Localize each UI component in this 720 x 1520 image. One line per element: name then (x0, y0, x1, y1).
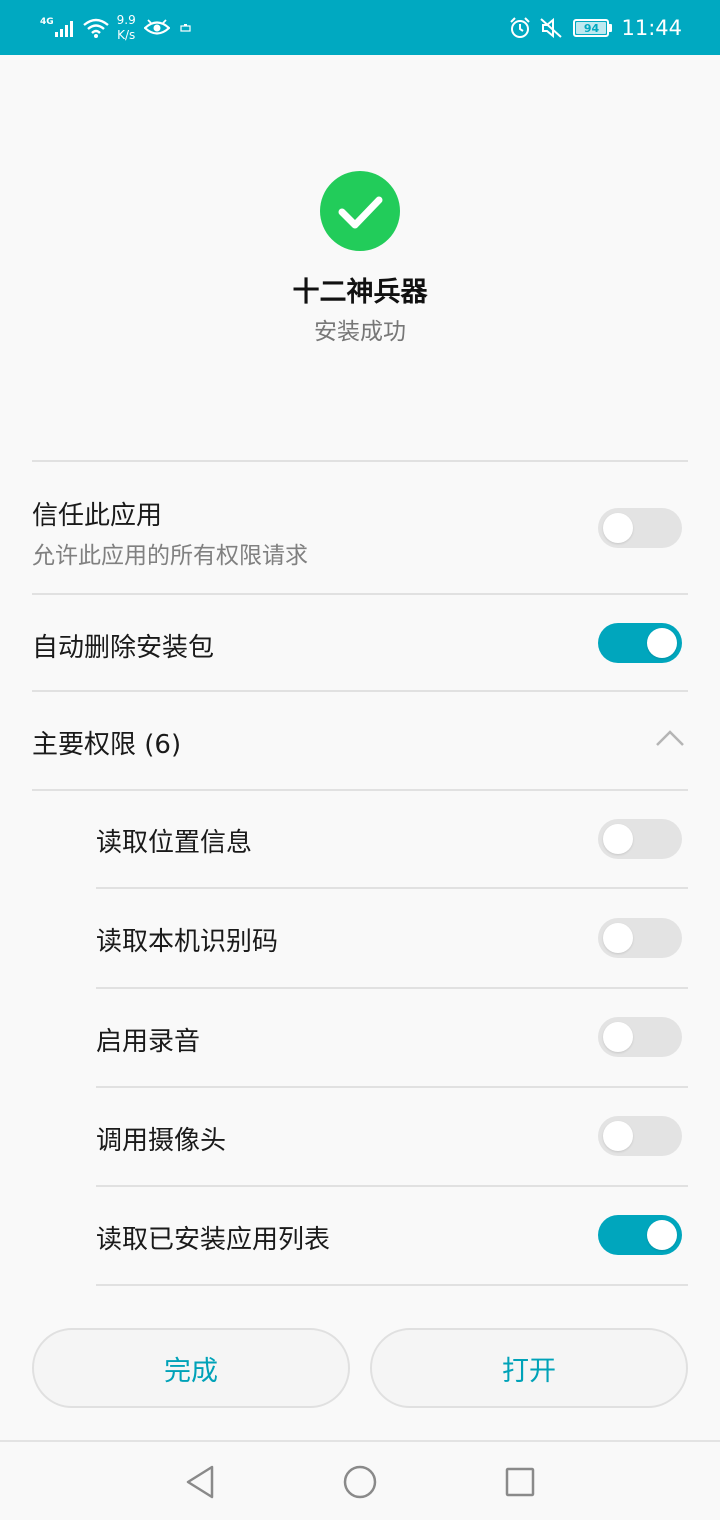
toggle-knob (603, 824, 633, 854)
divider (96, 887, 688, 889)
speed-value: 9.9 (116, 13, 136, 27)
auto-delete-toggle[interactable] (598, 623, 682, 663)
permission-toggle[interactable] (598, 819, 682, 859)
app-name: 十二神兵器 (292, 277, 428, 308)
navigation-bar (0, 1440, 720, 1520)
back-triangle-icon (186, 1465, 214, 1499)
trust-app-toggle[interactable] (598, 508, 682, 548)
wifi-icon (82, 18, 109, 38)
network-speed: 9.9 K/s (117, 13, 136, 43)
network-type: 4G (40, 17, 54, 27)
alarm-icon (510, 17, 531, 38)
permission-label: 读取本机识别码 (96, 927, 279, 957)
eye-icon (143, 19, 170, 35)
toggle-knob (603, 513, 633, 543)
divider (32, 789, 688, 791)
toggle-knob (647, 628, 677, 658)
divider (32, 460, 688, 462)
auto-delete-title: 自动删除安装包 (32, 633, 215, 663)
toggle-knob (603, 923, 633, 953)
divider (96, 1284, 688, 1286)
permission-label: 读取位置信息 (96, 828, 253, 858)
toggle-knob (603, 1022, 633, 1052)
battery-level: 94 (576, 22, 607, 35)
done-button[interactable]: 完成 (32, 1328, 350, 1408)
toggle-knob (647, 1220, 677, 1250)
battery-icon: 94 (573, 19, 613, 37)
chevron-up-icon[interactable] (654, 728, 686, 748)
trust-app-subtitle: 允许此应用的所有权限请求 (32, 543, 308, 569)
recents-button[interactable] (498, 1460, 542, 1504)
success-check-icon (320, 171, 400, 251)
status-time: 11:44 (621, 16, 682, 40)
mute-icon (540, 17, 563, 39)
home-circle-icon (343, 1465, 377, 1499)
permissions-header: 主要权限 (6) (32, 730, 182, 760)
divider (96, 1086, 688, 1088)
permission-toggle[interactable] (598, 1116, 682, 1156)
permission-toggle[interactable] (598, 918, 682, 958)
notification-icon (180, 24, 191, 32)
home-button[interactable] (338, 1460, 382, 1504)
divider (96, 1185, 688, 1187)
status-left: 4G 9.9 K/s (40, 10, 192, 46)
install-status: 安装成功 (314, 319, 406, 345)
divider (96, 987, 688, 989)
divider (32, 593, 688, 595)
permission-toggle[interactable] (598, 1215, 682, 1255)
speed-unit: K/s (117, 28, 136, 42)
status-right: 94 11:44 (509, 10, 682, 46)
toggle-knob (603, 1121, 633, 1151)
recents-square-icon (505, 1467, 535, 1497)
trust-app-title: 信任此应用 (32, 501, 163, 531)
permission-label: 启用录音 (96, 1027, 201, 1057)
permission-label: 读取已安装应用列表 (96, 1225, 331, 1255)
open-button[interactable]: 打开 (370, 1328, 688, 1408)
permission-toggle[interactable] (598, 1017, 682, 1057)
back-button[interactable] (178, 1460, 222, 1504)
status-bar: 4G 9.9 K/s 94 11:44 (0, 0, 720, 55)
signal-icon (54, 21, 73, 37)
divider (32, 690, 688, 692)
permission-label: 调用摄像头 (96, 1126, 227, 1156)
